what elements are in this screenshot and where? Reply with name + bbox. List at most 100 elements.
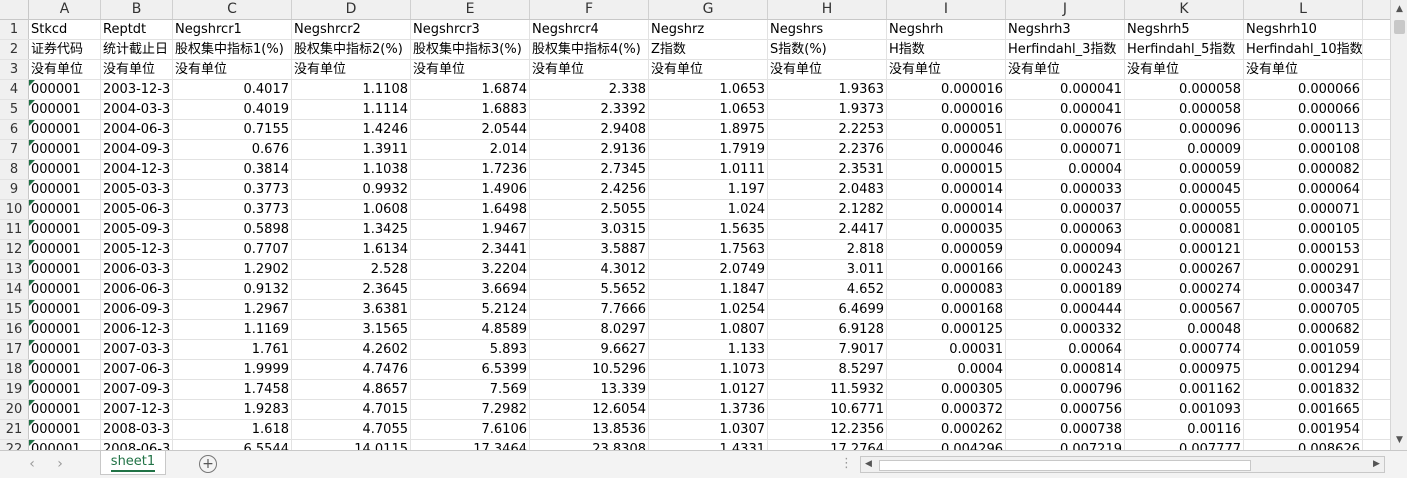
cell-c1[interactable]: Negshrcr1 [173, 20, 292, 39]
cell-f15[interactable]: 7.7666 [530, 300, 649, 319]
cell-k11[interactable]: 0.000081 [1125, 220, 1244, 239]
cell-a7[interactable]: 000001 [29, 140, 101, 159]
cell-a1[interactable]: Stkcd [29, 20, 101, 39]
cell-i15[interactable]: 0.000168 [887, 300, 1006, 319]
cell-d12[interactable]: 1.6134 [292, 240, 411, 259]
row-header[interactable]: 8 [0, 160, 29, 179]
cell-f6[interactable]: 2.9408 [530, 120, 649, 139]
cell-j18[interactable]: 0.000814 [1006, 360, 1125, 379]
tab-splitter-handle[interactable]: ⋮ [840, 456, 853, 471]
cell-f8[interactable]: 2.7345 [530, 160, 649, 179]
cell-g13[interactable]: 2.0749 [649, 260, 768, 279]
cell-j19[interactable]: 0.000796 [1006, 380, 1125, 399]
cell-f10[interactable]: 2.5055 [530, 200, 649, 219]
cell-k6[interactable]: 0.000096 [1125, 120, 1244, 139]
cell-c22[interactable]: 6.5544 [173, 440, 292, 450]
cell-e4[interactable]: 1.6874 [411, 80, 530, 99]
cell-j7[interactable]: 0.000071 [1006, 140, 1125, 159]
cell-a10[interactable]: 000001 [29, 200, 101, 219]
cell-b18[interactable]: 2007-06-3 [101, 360, 173, 379]
cell-e9[interactable]: 1.4906 [411, 180, 530, 199]
cell-l17[interactable]: 0.001059 [1244, 340, 1363, 359]
cell-d14[interactable]: 2.3645 [292, 280, 411, 299]
cell-d8[interactable]: 1.1038 [292, 160, 411, 179]
horizontal-scroll-thumb[interactable] [879, 460, 1251, 471]
cell-d2[interactable]: 股权集中指标2(%) [292, 40, 411, 59]
cell-i19[interactable]: 0.000305 [887, 380, 1006, 399]
cell-b9[interactable]: 2005-03-3 [101, 180, 173, 199]
cell-b12[interactable]: 2005-12-3 [101, 240, 173, 259]
column-header-d[interactable]: D [292, 0, 411, 19]
cell-h9[interactable]: 2.0483 [768, 180, 887, 199]
cell-k7[interactable]: 0.00009 [1125, 140, 1244, 159]
cell-k10[interactable]: 0.000055 [1125, 200, 1244, 219]
cell-h7[interactable]: 2.2376 [768, 140, 887, 159]
cell-k9[interactable]: 0.000045 [1125, 180, 1244, 199]
cell-c8[interactable]: 0.3814 [173, 160, 292, 179]
cell-f4[interactable]: 2.338 [530, 80, 649, 99]
cell-e20[interactable]: 7.2982 [411, 400, 530, 419]
cell-j11[interactable]: 0.000063 [1006, 220, 1125, 239]
cell-h1[interactable]: Negshrs [768, 20, 887, 39]
cell-g8[interactable]: 1.0111 [649, 160, 768, 179]
cell-d6[interactable]: 1.4246 [292, 120, 411, 139]
cell-b16[interactable]: 2006-12-3 [101, 320, 173, 339]
column-header-b[interactable]: B [101, 0, 173, 19]
cell-j9[interactable]: 0.000033 [1006, 180, 1125, 199]
cell-h3[interactable]: 没有单位 [768, 60, 887, 79]
cell-i21[interactable]: 0.000262 [887, 420, 1006, 439]
cell-l10[interactable]: 0.000071 [1244, 200, 1363, 219]
cell-e1[interactable]: Negshrcr3 [411, 20, 530, 39]
row-header[interactable]: 19 [0, 380, 29, 399]
cell-i11[interactable]: 0.000035 [887, 220, 1006, 239]
cell-h13[interactable]: 3.011 [768, 260, 887, 279]
cell-f20[interactable]: 12.6054 [530, 400, 649, 419]
cell-i20[interactable]: 0.000372 [887, 400, 1006, 419]
cell-g14[interactable]: 1.1847 [649, 280, 768, 299]
cell-l20[interactable]: 0.001665 [1244, 400, 1363, 419]
row-header[interactable]: 7 [0, 140, 29, 159]
cell-k2[interactable]: Herfindahl_5指数 [1125, 40, 1244, 59]
cell-e16[interactable]: 4.8589 [411, 320, 530, 339]
cell-i12[interactable]: 0.000059 [887, 240, 1006, 259]
cell-b17[interactable]: 2007-03-3 [101, 340, 173, 359]
cell-e19[interactable]: 7.569 [411, 380, 530, 399]
cell-f2[interactable]: 股权集中指标4(%) [530, 40, 649, 59]
horizontal-scrollbar[interactable]: ◀ ▶ [860, 456, 1385, 473]
cell-l9[interactable]: 0.000064 [1244, 180, 1363, 199]
row-header[interactable]: 20 [0, 400, 29, 419]
cell-b13[interactable]: 2006-03-3 [101, 260, 173, 279]
cell-e18[interactable]: 6.5399 [411, 360, 530, 379]
cell-i8[interactable]: 0.000015 [887, 160, 1006, 179]
cell-f1[interactable]: Negshrcr4 [530, 20, 649, 39]
chevron-left-icon[interactable]: ‹ [22, 455, 42, 473]
cell-h18[interactable]: 8.5297 [768, 360, 887, 379]
cell-c2[interactable]: 股权集中指标1(%) [173, 40, 292, 59]
cell-g5[interactable]: 1.0653 [649, 100, 768, 119]
cell-j17[interactable]: 0.00064 [1006, 340, 1125, 359]
cell-f17[interactable]: 9.6627 [530, 340, 649, 359]
cell-c21[interactable]: 1.618 [173, 420, 292, 439]
cell-k8[interactable]: 0.000059 [1125, 160, 1244, 179]
cell-a13[interactable]: 000001 [29, 260, 101, 279]
cell-d11[interactable]: 1.3425 [292, 220, 411, 239]
row-header[interactable]: 13 [0, 260, 29, 279]
column-header-e[interactable]: E [411, 0, 530, 19]
cell-k20[interactable]: 0.001093 [1125, 400, 1244, 419]
cell-d16[interactable]: 3.1565 [292, 320, 411, 339]
row-header[interactable]: 6 [0, 120, 29, 139]
cell-c4[interactable]: 0.4017 [173, 80, 292, 99]
cell-i9[interactable]: 0.000014 [887, 180, 1006, 199]
cell-j4[interactable]: 0.000041 [1006, 80, 1125, 99]
cell-f11[interactable]: 3.0315 [530, 220, 649, 239]
cell-b6[interactable]: 2004-06-3 [101, 120, 173, 139]
row-header[interactable]: 2 [0, 40, 29, 59]
cell-c9[interactable]: 0.3773 [173, 180, 292, 199]
row-header[interactable]: 15 [0, 300, 29, 319]
cell-h17[interactable]: 7.9017 [768, 340, 887, 359]
cell-c20[interactable]: 1.9283 [173, 400, 292, 419]
cell-i17[interactable]: 0.00031 [887, 340, 1006, 359]
cell-k18[interactable]: 0.000975 [1125, 360, 1244, 379]
cell-d13[interactable]: 2.528 [292, 260, 411, 279]
cell-d17[interactable]: 4.2602 [292, 340, 411, 359]
